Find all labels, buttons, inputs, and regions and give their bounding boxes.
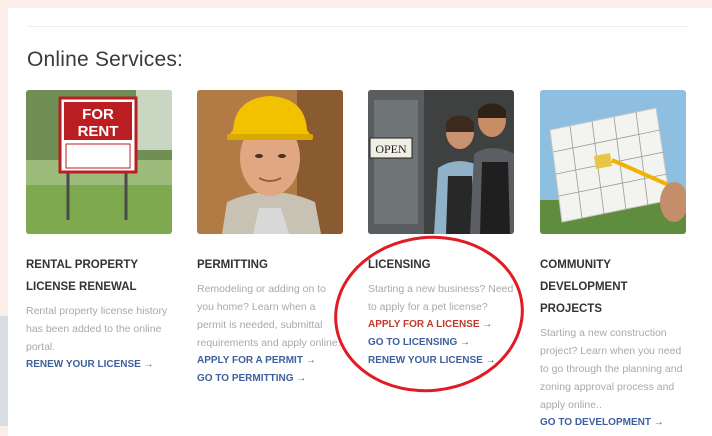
service-card-permitting: PERMITTING Remodeling or adding on to yo… (197, 90, 345, 388)
service-card-rental: FOR RENT RENTAL PROPERTY LICENSE RENEWAL… (26, 90, 174, 374)
card-description: Starting a new construction project? Lea… (540, 327, 683, 411)
service-card-licensing: OPEN LICENSING Starting a new business? … (368, 90, 516, 370)
section-title: Online Services: (27, 48, 184, 71)
go-to-licensing-link[interactable]: GO TO LICENSING → (368, 334, 516, 352)
go-to-permitting-link[interactable]: GO TO PERMITTING → (197, 370, 345, 388)
rent-text: RENT (78, 123, 119, 140)
for-text: FOR (82, 106, 114, 123)
site-plan-image[interactable] (540, 90, 686, 234)
card-title: COMMUNITY DEVELOPMENT PROJECTS (540, 259, 628, 315)
renew-license-link[interactable]: RENEW YOUR LICENSE → (26, 356, 174, 374)
divider (28, 26, 688, 27)
construction-worker-image[interactable] (197, 90, 343, 234)
service-card-development: COMMUNITY DEVELOPMENT PROJECTS Starting … (540, 90, 688, 432)
side-edge (0, 316, 8, 426)
card-description: Rental property license history has been… (26, 305, 168, 353)
shop-owners-image[interactable]: OPEN (368, 90, 514, 234)
card-title: LICENSING (368, 259, 431, 271)
apply-permit-link[interactable]: APPLY FOR A PERMIT → (197, 352, 345, 370)
go-to-development-link[interactable]: GO TO DEVELOPMENT → (540, 414, 688, 432)
card-description: Remodeling or adding on to you home? Lea… (197, 283, 341, 349)
card-title: PERMITTING (197, 259, 268, 271)
card-title: RENTAL PROPERTY LICENSE RENEWAL (26, 259, 138, 293)
open-sign-text: OPEN (375, 142, 407, 156)
apply-license-link[interactable]: APPLY FOR A LICENSE → (368, 316, 516, 334)
renew-license-link[interactable]: RENEW YOUR LICENSE → (368, 352, 516, 370)
card-description: Starting a new business? Need to apply f… (368, 283, 514, 313)
for-rent-sign-image[interactable]: FOR RENT (26, 90, 172, 234)
